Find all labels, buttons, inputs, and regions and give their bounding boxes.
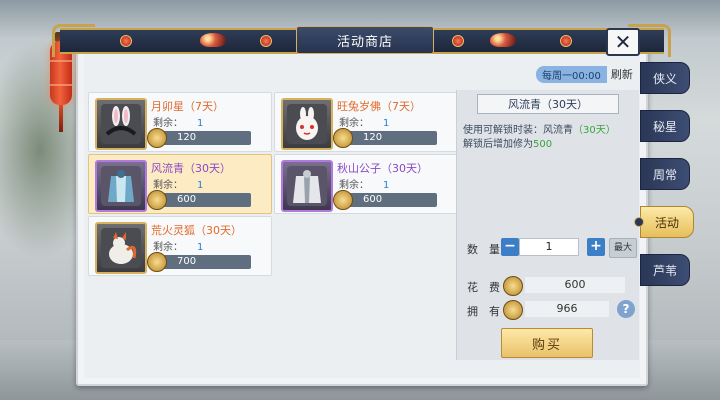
item-remaining: 剩余： 1 bbox=[153, 114, 203, 129]
desc-text: 解锁后增加修为 bbox=[463, 139, 533, 150]
item-price: 120 bbox=[147, 128, 251, 148]
price-value: 120 bbox=[363, 132, 383, 143]
item-name: 旺兔岁佛（7天） bbox=[337, 100, 421, 113]
item-icon-frame bbox=[95, 222, 147, 274]
rabbit-mask-icon bbox=[287, 104, 327, 144]
buy-button[interactable]: 购买 bbox=[501, 328, 593, 358]
desc-highlight: （30天） bbox=[573, 125, 616, 136]
owned-row: 拥 有 966 ? bbox=[467, 300, 637, 320]
item-remaining: 剩余： 1 bbox=[153, 176, 203, 191]
currency-coin-icon bbox=[147, 128, 167, 148]
help-icon[interactable]: ? bbox=[617, 300, 635, 318]
item-price: 700 bbox=[147, 252, 251, 272]
item-price: 600 bbox=[147, 190, 251, 210]
phoenix-ornament bbox=[490, 33, 516, 47]
lantern-ring bbox=[50, 60, 72, 62]
cost-row: 花 费 600 bbox=[467, 276, 637, 296]
owned-label: 拥 有 bbox=[467, 305, 500, 318]
item-name: 荒火灵狐（30天） bbox=[151, 224, 242, 237]
increase-quantity-button[interactable]: + bbox=[587, 238, 605, 256]
desc-text: 使用可解锁时装：风流青 bbox=[463, 125, 573, 136]
item-name: 月卯星（7天） bbox=[151, 100, 224, 113]
quantity-row: 数 量 − 1 + 最大 bbox=[467, 238, 637, 258]
shop-item-card-selected[interactable]: 风流青（30天） 剩余： 1 600 bbox=[88, 154, 272, 214]
item-price: 120 bbox=[333, 128, 437, 148]
item-icon-frame bbox=[95, 98, 147, 150]
price-value: 700 bbox=[177, 256, 197, 267]
cost-label: 花 费 bbox=[467, 281, 500, 294]
desc-value: 500 bbox=[533, 139, 553, 150]
item-detail-panel: 风流青（30天） 使用可解锁时装：风流青（30天） 解锁后增加修为500 数 量… bbox=[456, 90, 639, 360]
remaining-count: 1 bbox=[383, 180, 390, 191]
remaining-count: 1 bbox=[197, 242, 204, 253]
cost-value: 600 bbox=[525, 277, 625, 293]
item-icon-frame bbox=[281, 160, 333, 212]
detail-description: 使用可解锁时装：风流青（30天） 解锁后增加修为500 bbox=[463, 124, 635, 152]
item-remaining: 剩余： 1 bbox=[153, 238, 203, 253]
active-tab-indicator bbox=[634, 217, 644, 227]
currency-coin-icon bbox=[503, 276, 523, 296]
price-value: 120 bbox=[177, 132, 197, 143]
tab-label: 周常 bbox=[652, 167, 677, 182]
tab-luwei[interactable]: 芦苇 bbox=[640, 254, 690, 286]
detail-desc-line-1: 使用可解锁时装：风流青（30天） bbox=[463, 124, 635, 138]
tab-xiayi[interactable]: 侠义 bbox=[640, 62, 690, 94]
tab-event[interactable]: 活动 bbox=[634, 206, 694, 238]
price-value: 600 bbox=[177, 194, 197, 205]
refresh-label: 刷新 bbox=[610, 68, 633, 81]
currency-coin-icon bbox=[503, 300, 523, 320]
gem-ornament bbox=[260, 35, 272, 47]
tab-label: 芦苇 bbox=[652, 263, 677, 278]
shop-item-card[interactable]: 荒火灵狐（30天） 剩余： 1 700 bbox=[88, 216, 272, 276]
window-title: 活动商店 bbox=[336, 34, 393, 50]
rabbit-ear-headband-icon bbox=[101, 104, 141, 144]
close-button[interactable]: ✕ bbox=[606, 28, 640, 56]
gem-ornament bbox=[560, 35, 572, 47]
item-grid: 月卯星（7天） 剩余： 1 120 旺兔岁佛（7天） 剩余： 1 120 风流青… bbox=[84, 90, 458, 380]
shop-item-card[interactable]: 秋山公子（30天） 剩余： 1 600 bbox=[274, 154, 458, 214]
blue-armor-outfit-icon bbox=[101, 166, 141, 206]
shop-item-card[interactable]: 月卯星（7天） 剩余： 1 120 bbox=[88, 92, 272, 152]
quantity-label: 数 量 bbox=[467, 243, 500, 256]
tab-weekly[interactable]: 周常 bbox=[640, 158, 690, 190]
item-name: 风流青（30天） bbox=[151, 162, 231, 175]
decrease-quantity-button[interactable]: − bbox=[501, 238, 519, 256]
currency-coin-icon bbox=[333, 190, 353, 210]
shop-item-card[interactable]: 旺兔岁佛（7天） 剩余： 1 120 bbox=[274, 92, 458, 152]
phoenix-ornament bbox=[200, 33, 226, 47]
currency-coin-icon bbox=[333, 128, 353, 148]
remaining-count: 1 bbox=[197, 118, 204, 129]
gem-ornament bbox=[120, 35, 132, 47]
side-tab-bar: 侠义 秘星 周常 活动 芦苇 bbox=[634, 62, 700, 302]
currency-coin-icon bbox=[147, 190, 167, 210]
fire-fox-pet-icon bbox=[101, 228, 141, 268]
quantity-input[interactable]: 1 bbox=[519, 238, 579, 256]
item-remaining: 剩余： 1 bbox=[339, 114, 389, 129]
item-icon-frame bbox=[95, 160, 147, 212]
window-title-plate: 活动商店 bbox=[296, 26, 434, 54]
lantern-tassel bbox=[59, 105, 63, 132]
tab-label: 侠义 bbox=[652, 71, 677, 86]
close-icon: ✕ bbox=[614, 30, 632, 54]
item-icon-frame bbox=[281, 98, 333, 150]
refresh-time: 每周一00:00 bbox=[536, 65, 607, 83]
owned-value: 966 bbox=[525, 301, 609, 317]
item-name: 秋山公子（30天） bbox=[337, 162, 428, 175]
refresh-info: 每周一00:00 刷新 bbox=[536, 65, 633, 83]
item-price: 600 bbox=[333, 190, 437, 210]
item-remaining: 剩余： 1 bbox=[339, 176, 389, 191]
max-quantity-button[interactable]: 最大 bbox=[609, 238, 637, 258]
lantern-ring bbox=[50, 84, 72, 86]
tab-mixing[interactable]: 秘星 bbox=[640, 110, 690, 142]
white-robe-outfit-icon bbox=[287, 166, 327, 206]
price-value: 600 bbox=[363, 194, 383, 205]
detail-desc-line-2: 解锁后增加修为500 bbox=[463, 138, 635, 152]
gem-ornament bbox=[452, 35, 464, 47]
tab-label: 活动 bbox=[654, 215, 679, 230]
remaining-count: 1 bbox=[383, 118, 390, 129]
currency-coin-icon bbox=[147, 252, 167, 272]
tab-label: 秘星 bbox=[652, 119, 677, 134]
detail-title: 风流青（30天） bbox=[477, 94, 619, 114]
remaining-count: 1 bbox=[197, 180, 204, 191]
